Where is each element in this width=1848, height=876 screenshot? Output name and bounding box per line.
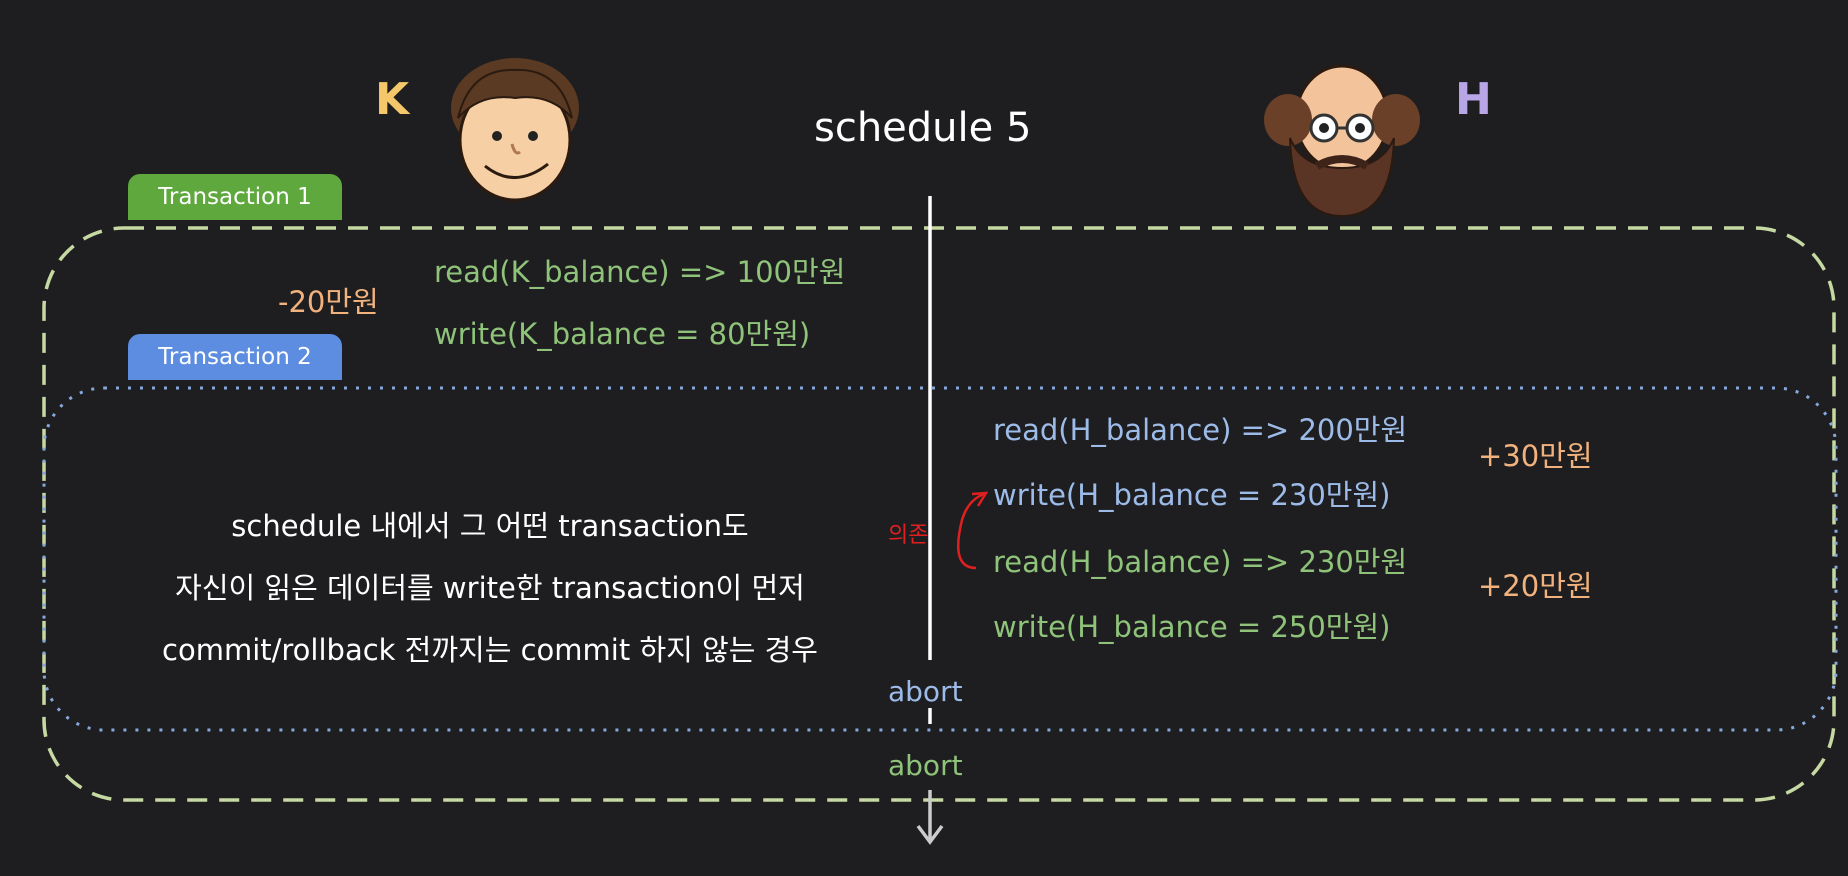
dependency-arrow-icon: [956, 492, 985, 570]
transaction2-tab: Transaction 2: [128, 334, 342, 380]
h-write-op-1: write(H_balance = 230만원): [993, 478, 1391, 512]
h-write-op-2: write(H_balance = 250만원): [993, 610, 1391, 644]
description-line-1: schedule 내에서 그 어떤 transaction도: [231, 509, 749, 543]
transaction1-tab: Transaction 1: [128, 174, 342, 220]
k-read-op: read(K_balance) => 100만원: [434, 255, 846, 289]
h-read-op-2: read(H_balance) => 230만원: [993, 545, 1408, 579]
abort-label-1: abort: [888, 675, 963, 708]
h-read-op-1: read(H_balance) => 200만원: [993, 413, 1408, 447]
description-line-2: 자신이 읽은 데이터를 write한 transaction이 먼저: [175, 571, 805, 605]
schedule-diagram: [42, 196, 1838, 845]
h-delta-1: +30만원: [1478, 439, 1593, 473]
k-write-op: write(K_balance = 80만원): [434, 317, 811, 351]
k-delta: -20만원: [278, 285, 379, 319]
abort-label-2: abort: [888, 749, 963, 782]
h-delta-2: +20만원: [1478, 569, 1593, 603]
description-line-3: commit/rollback 전까지는 commit 하지 않는 경우: [162, 633, 818, 667]
